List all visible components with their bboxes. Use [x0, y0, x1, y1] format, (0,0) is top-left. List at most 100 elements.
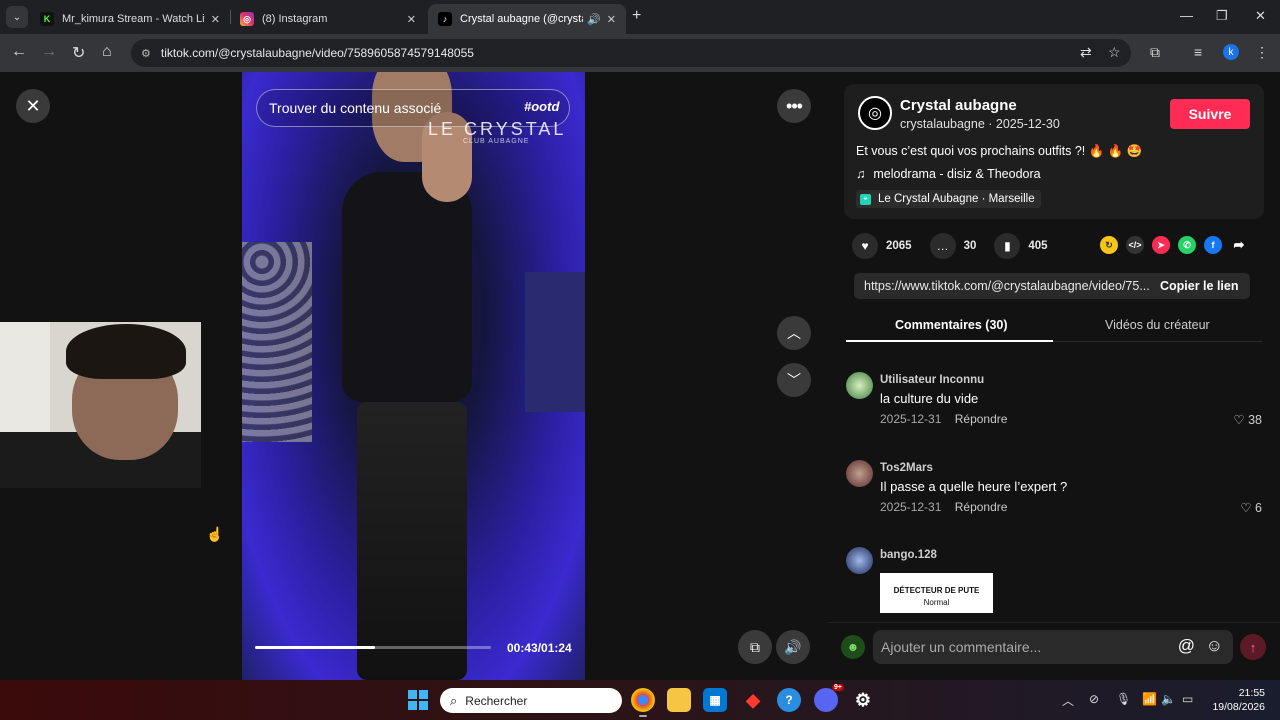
tray-network-off-icon[interactable]: ⊘: [1089, 692, 1099, 706]
comment-like-count: 38: [1248, 413, 1262, 427]
music-link[interactable]: ♫ melodrama - disiz & Theodora: [856, 167, 1041, 181]
minimize-icon[interactable]: —: [1180, 8, 1193, 23]
reload-icon[interactable]: ↻: [72, 43, 85, 63]
share-arrow-icon[interactable]: ➦: [1230, 236, 1248, 254]
comment-username[interactable]: Tos2Mars: [880, 462, 933, 474]
profile-avatar[interactable]: k: [1223, 44, 1239, 60]
close-tab-icon[interactable]: ✕: [211, 13, 220, 26]
address-bar[interactable]: ⚙ tiktok.com/@crystalaubagne/video/75896…: [131, 39, 1131, 67]
comment-date: 2025-12-31: [880, 500, 942, 514]
embed-icon[interactable]: </>: [1126, 236, 1144, 254]
music-note-icon: ♫: [856, 167, 866, 181]
comment-item: Tos2Mars Il passe a quelle heure l’exper…: [846, 460, 1266, 520]
volume-button[interactable]: 🔊: [776, 630, 810, 664]
more-icon: •••: [786, 95, 803, 116]
follow-button[interactable]: Suivre: [1170, 99, 1250, 129]
video-player[interactable]: [242, 72, 585, 680]
close-tab-icon[interactable]: ✕: [607, 13, 616, 26]
comment-composer: ☻ Ajouter un commentaire... @ ☺ ↑: [828, 622, 1280, 680]
tab-instagram[interactable]: ◎ (8) Instagram ✕: [230, 4, 426, 34]
taskbar-clock[interactable]: 21:55 19/08/2026: [1207, 686, 1265, 714]
crystal-logo-icon: ◎: [868, 105, 882, 122]
heart-icon: ♥: [852, 233, 878, 259]
forward-icon[interactable]: →: [41, 43, 57, 61]
author-handle-date[interactable]: crystalaubagne · 2025-12-30: [900, 117, 1060, 131]
author-name[interactable]: Crystal aubagne: [900, 97, 1017, 114]
help-icon[interactable]: ?: [777, 688, 801, 712]
mention-icon[interactable]: @: [1178, 636, 1195, 656]
active-tab-underline: [846, 340, 1053, 342]
tab-kick-stream[interactable]: K Mr_kimura Stream - Watch Live ✕: [30, 4, 230, 34]
send-comment-button[interactable]: ↑: [1240, 634, 1266, 660]
microsoft-store-icon[interactable]: ▦: [703, 688, 727, 712]
reply-button[interactable]: Répondre: [955, 412, 1008, 426]
close-video-button[interactable]: ✕: [16, 89, 50, 123]
tab-creator-videos[interactable]: Vidéos du créateur: [1105, 318, 1210, 332]
comment-username[interactable]: Utilisateur Inconnu: [880, 374, 984, 386]
microphone-icon[interactable]: 🎙: [1116, 692, 1131, 706]
close-tab-icon[interactable]: ✕: [407, 13, 416, 26]
current-user-avatar[interactable]: ☻: [841, 635, 865, 659]
tray-expand-icon[interactable]: ︿: [1062, 692, 1074, 709]
comment-avatar[interactable]: [846, 547, 873, 574]
like-button[interactable]: ♥ 2065: [852, 233, 912, 259]
comment-like-button[interactable]: ♡ 38: [1233, 412, 1262, 427]
chrome-icon[interactable]: [631, 688, 655, 717]
video-watermark-sub: CLUB AUBAGNE: [463, 138, 530, 145]
windows-start-icon[interactable]: [408, 690, 428, 710]
mouse-cursor-icon: ☝: [206, 526, 224, 542]
comment-image[interactable]: DÉTECTEUR DE PUTE Normal: [880, 573, 993, 613]
chevron-down-icon: ﹀: [787, 372, 801, 388]
comment-avatar[interactable]: [846, 460, 873, 487]
comment-meta: 2025-12-31 Répondre: [880, 412, 1007, 426]
tab-tiktok[interactable]: ♪ Crystal aubagne (@crystala 🔊 ✕: [428, 4, 626, 34]
author-avatar[interactable]: ◎: [858, 96, 892, 130]
battery-icon[interactable]: ▭: [1182, 692, 1193, 706]
wifi-icon[interactable]: 📶: [1142, 692, 1157, 706]
previous-video-button[interactable]: ︿: [777, 316, 811, 350]
tiktok-page: ✕ Trouver du contenu associé LE CRYSTAL …: [0, 72, 1280, 680]
site-info-icon[interactable]: ⚙: [141, 47, 151, 60]
emoji-icon[interactable]: ☺: [1206, 636, 1223, 656]
speaker-tray-icon[interactable]: 🔈: [1161, 692, 1176, 706]
discord-icon[interactable]: 9+: [814, 684, 844, 712]
next-video-button[interactable]: ﹀: [777, 363, 811, 397]
save-button[interactable]: ▮ 405: [994, 233, 1048, 259]
file-explorer-icon[interactable]: [667, 688, 691, 712]
steam-icon[interactable]: ⚙: [851, 688, 875, 712]
copy-link-button[interactable]: Copier le lien: [1160, 279, 1239, 293]
media-control-icon[interactable]: ≡: [1194, 44, 1202, 60]
taskbar-search[interactable]: ⌕ Rechercher: [440, 688, 622, 713]
tab-search-button[interactable]: ⌄: [6, 6, 28, 28]
comment-item: Utilisateur Inconnu la culture du vide 2…: [846, 372, 1266, 432]
restore-icon[interactable]: ❐: [1216, 8, 1228, 24]
reply-button[interactable]: Répondre: [955, 500, 1008, 514]
facebook-icon[interactable]: f: [1204, 236, 1222, 254]
tab-comments[interactable]: Commentaires (30): [895, 318, 1008, 332]
video-subject-legs: [357, 402, 467, 680]
video-progress-bar[interactable]: [255, 646, 491, 649]
comment-input[interactable]: Ajouter un commentaire... @ ☺: [873, 630, 1233, 664]
video-subject-body: [342, 172, 472, 402]
close-window-icon[interactable]: ✕: [1255, 8, 1266, 24]
home-icon[interactable]: ⌂: [102, 43, 112, 61]
comment-button[interactable]: … 30: [929, 233, 976, 259]
comment-avatar[interactable]: [846, 372, 873, 399]
repost-icon[interactable]: ↻: [1100, 236, 1118, 254]
share-link-url[interactable]: https://www.tiktok.com/@crystalaubagne/v…: [854, 279, 1150, 293]
location-tag[interactable]: ⌖ Le Crystal Aubagne · Marseille: [856, 190, 1041, 208]
new-tab-button[interactable]: +: [632, 7, 641, 25]
back-icon[interactable]: ←: [11, 43, 27, 61]
whatsapp-icon[interactable]: ✆: [1178, 236, 1196, 254]
more-options-button[interactable]: •••: [777, 89, 811, 123]
red-diamond-app-icon[interactable]: ◆: [741, 688, 765, 712]
bookmark-star-icon[interactable]: ☆: [1108, 44, 1121, 61]
comment-like-button[interactable]: ♡ 6: [1240, 500, 1262, 515]
translate-icon[interactable]: ⇄: [1080, 44, 1092, 61]
menu-kebab-icon[interactable]: ⋮: [1255, 44, 1269, 61]
speaker-icon[interactable]: 🔊: [587, 13, 601, 26]
extensions-icon[interactable]: ⧉: [1150, 44, 1160, 61]
comment-username[interactable]: bango.128: [880, 549, 937, 561]
pip-button[interactable]: ⧉: [738, 630, 772, 664]
send-icon[interactable]: ➤: [1152, 236, 1170, 254]
